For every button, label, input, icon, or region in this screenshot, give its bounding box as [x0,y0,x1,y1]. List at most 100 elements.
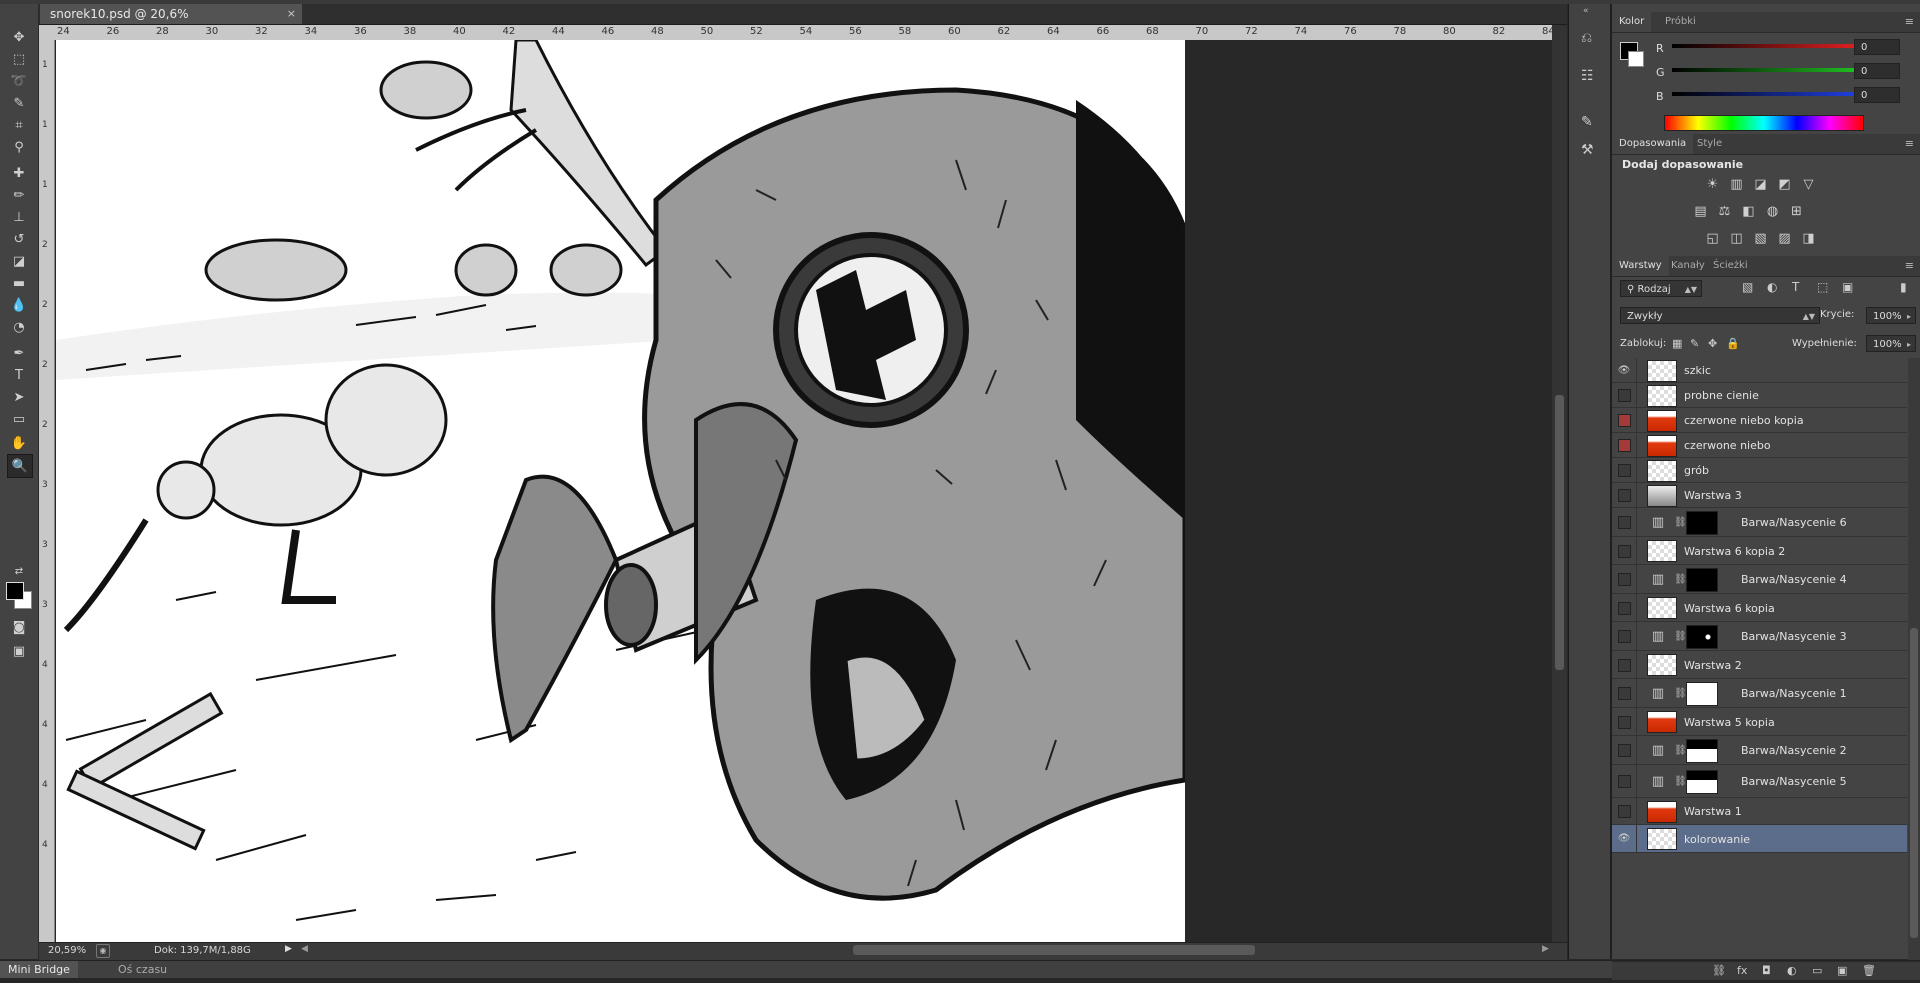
layer-row[interactable]: ▥ ⛓ Barwa/Nasycenie 4 [1612,565,1907,594]
fill-field[interactable]: 100% ▸ [1866,335,1916,352]
new-layer-icon[interactable]: ▣ [1837,964,1847,977]
filter-toggle-icon[interactable]: ▮ [1900,280,1907,294]
history-brush-tool-icon[interactable]: ↺ [7,228,31,250]
swap-colors-icon[interactable]: ⇄ [7,564,31,578]
link-icon[interactable]: ⛓ [1674,745,1687,756]
visibility-toggle[interactable] [1618,630,1631,643]
filter-type-icon[interactable]: T [1792,280,1799,294]
green-value-field[interactable]: 0 [1854,63,1900,79]
layer-row[interactable]: ▥ ⛓ Barwa/Nasycenie 3 [1612,622,1907,651]
eye-icon[interactable]: 👁 [1616,825,1632,852]
layers-scrollbar[interactable] [1908,358,1920,960]
mask-icon[interactable]: ◘ [1762,964,1771,977]
exposure-icon[interactable]: ◩ [1776,176,1793,193]
layer-row[interactable]: ▥ ⛓ Barwa/Nasycenie 1 [1612,679,1907,708]
color-panel-menu-icon[interactable]: ≡ [1905,12,1914,32]
layer-row[interactable]: probne cienie [1612,383,1907,408]
filter-smart-object-icon[interactable]: ▣ [1842,280,1853,294]
layer-row[interactable]: Warstwa 5 kopia [1612,708,1907,736]
blend-mode-dropdown[interactable]: Zwykły ▲▼ [1620,307,1820,324]
layer-mask-thumbnail[interactable] [1686,738,1718,763]
visibility-toggle[interactable] [1618,744,1631,757]
link-icon[interactable]: ⛓ [1674,688,1687,699]
vertical-scroll-thumb[interactable] [1555,395,1564,670]
blue-value-field[interactable]: 0 [1854,87,1900,103]
layer-row[interactable]: Warstwa 6 kopia 2 [1612,537,1907,565]
filter-shape-icon[interactable]: ⬚ [1817,280,1828,294]
zoom-tool-icon[interactable]: 🔍 [7,454,33,478]
clone-stamp-tool-icon[interactable]: ⊥ [7,206,31,228]
tab-paths[interactable]: Ścieżki [1706,256,1755,276]
adjustments-panel-menu-icon[interactable]: ≡ [1905,134,1914,154]
trash-icon[interactable]: 🗑 [1862,964,1876,977]
document-tab[interactable]: snorek10.psd @ 20,6% (kolorowanie,RGB/8)… [40,4,302,41]
lock-pixels-icon[interactable]: ✎ [1690,337,1699,350]
lock-transparency-icon[interactable]: ▦ [1672,337,1682,350]
scroll-right-arrow-icon[interactable]: ▶ [1542,944,1549,954]
layer-row[interactable]: 👁 kolorowanie [1612,825,1907,853]
dodge-tool-icon[interactable]: ◔ [7,316,31,338]
collapse-strip-icon[interactable]: « [1583,6,1589,16]
layer-row[interactable]: grób [1612,458,1907,483]
curves-icon[interactable]: ◪ [1752,176,1769,193]
tool-presets-icon[interactable]: ⚒ [1581,142,1599,160]
background-color-box[interactable] [1628,51,1644,67]
visibility-toggle[interactable] [1618,389,1631,402]
marquee-tool-icon[interactable]: ⬚ [7,48,31,70]
layer-row[interactable]: ▥ ⛓ Barwa/Nasycenie 2 [1612,736,1907,765]
hand-tool-icon[interactable]: ✋ [7,432,31,454]
visibility-toggle[interactable] [1618,687,1631,700]
opacity-field[interactable]: 100% ▸ [1866,307,1916,324]
crop-tool-icon[interactable]: ⌗ [7,114,31,136]
visibility-toggle[interactable] [1618,775,1631,788]
history-panel-icon[interactable]: ⎌ [1581,30,1599,48]
visibility-toggle[interactable] [1618,573,1631,586]
adjustment-icon[interactable]: ◐ [1787,964,1797,977]
properties-panel-icon[interactable]: ☷ [1581,68,1599,86]
layer-row[interactable]: Warstwa 3 [1612,483,1907,508]
levels-icon[interactable]: ▥ [1728,176,1745,193]
tab-swatches[interactable]: Próbki [1658,12,1703,32]
foreground-color-swatch[interactable] [6,582,24,600]
lock-position-icon[interactable]: ✥ [1708,337,1717,350]
green-slider[interactable] [1672,68,1858,72]
layer-row[interactable]: ▥ ⛓ Barwa/Nasycenie 5 [1612,765,1907,798]
layer-row[interactable]: czerwone niebo [1612,433,1907,458]
brightness-contrast-icon[interactable]: ☀ [1704,176,1721,193]
threshold-icon[interactable]: ▧ [1752,230,1769,247]
visibility-toggle[interactable] [1618,489,1631,502]
layer-mask-thumbnail[interactable] [1686,769,1718,794]
lasso-tool-icon[interactable]: ➰ [7,70,31,92]
link-icon[interactable]: ⛓ [1674,631,1687,642]
tab-channels[interactable]: Kanały [1664,256,1712,276]
visibility-toggle[interactable] [1618,439,1631,452]
visibility-toggle[interactable] [1618,601,1631,615]
eraser-tool-icon[interactable]: ◪ [7,250,31,272]
color-spectrum-ramp[interactable] [1664,115,1864,131]
visibility-toggle[interactable] [1618,715,1631,729]
gradient-tool-icon[interactable]: ▬ [7,272,31,294]
posterize-icon[interactable]: ◫ [1728,230,1745,247]
status-menu-arrow-icon[interactable]: ▶ [285,944,292,954]
eye-icon[interactable]: 👁 [1616,358,1632,382]
channel-mixer-icon[interactable]: ⊞ [1788,203,1805,220]
hue-saturation-icon[interactable]: ▤ [1692,203,1709,220]
quick-select-tool-icon[interactable]: ✎ [7,92,31,114]
layers-panel-menu-icon[interactable]: ≡ [1905,256,1914,276]
pen-tool-icon[interactable]: ✒ [7,342,31,364]
healing-brush-tool-icon[interactable]: ✚ [7,162,31,184]
layer-row[interactable]: ▥ ⛓ Barwa/Nasycenie 6 [1612,508,1907,537]
link-icon[interactable]: ⛓ [1674,776,1687,787]
close-icon[interactable]: × [287,4,296,24]
gradient-map-icon[interactable]: ▨ [1776,230,1793,247]
horizontal-scroll-thumb[interactable] [853,945,1255,955]
red-value-field[interactable]: 0 [1854,39,1900,55]
layer-row[interactable]: Warstwa 1 [1612,798,1907,825]
photo-filter-icon[interactable]: ◍ [1764,203,1781,220]
layer-row[interactable]: Warstwa 2 [1612,651,1907,679]
tab-timeline[interactable]: Oś czasu [110,961,175,979]
visibility-toggle[interactable] [1618,544,1631,558]
layer-filter-dropdown[interactable]: ⚲ Rodzaj ▲▼ [1620,280,1702,297]
brush-presets-icon[interactable]: ✎ [1581,114,1599,132]
filter-pixel-icon[interactable]: ▧ [1742,280,1753,294]
